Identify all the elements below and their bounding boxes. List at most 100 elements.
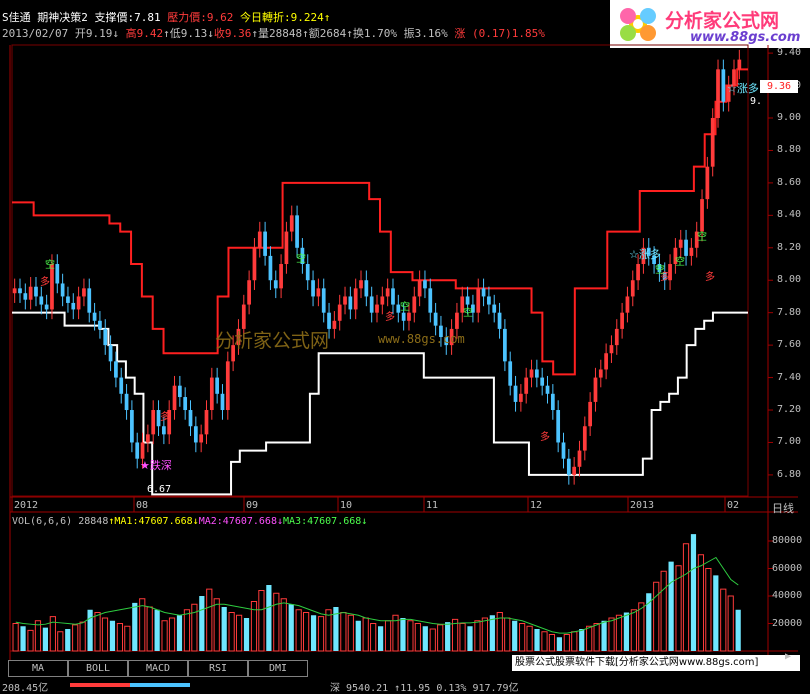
candle-body bbox=[353, 288, 358, 310]
volume-bar bbox=[109, 620, 116, 651]
volume-bar bbox=[660, 570, 667, 652]
time-label: 02 bbox=[727, 500, 740, 511]
buy-mark: 空 bbox=[45, 258, 55, 271]
volume-bar bbox=[690, 534, 697, 651]
candle-body bbox=[135, 442, 140, 459]
volume-bar bbox=[571, 631, 578, 652]
candle-body bbox=[44, 304, 49, 310]
volume-bar bbox=[474, 620, 481, 652]
volume-bar bbox=[720, 588, 727, 652]
tab-ma[interactable]: MA bbox=[8, 660, 68, 677]
candle-body bbox=[380, 296, 385, 305]
candle-body bbox=[385, 288, 390, 297]
volume-bar bbox=[713, 575, 719, 651]
download-banner[interactable]: 股票公式股票软件下载[分析家公式网www.88gs.com] bbox=[512, 655, 800, 671]
volume-bar bbox=[638, 602, 645, 652]
candle-body bbox=[305, 264, 310, 281]
sell-mark: 多 bbox=[540, 430, 550, 443]
price-tick-label: 6.80 bbox=[777, 468, 802, 480]
scroll-arrow-icon[interactable]: ▶ bbox=[785, 651, 791, 662]
candle-body bbox=[417, 280, 422, 297]
candle-body bbox=[348, 296, 353, 310]
time-label: 2012 bbox=[14, 500, 39, 511]
volume-bar bbox=[429, 628, 436, 652]
status-bar: 208.45亿 深 9540.21 ↑11.95 0.13% 917.79亿 bbox=[0, 678, 810, 694]
volume-bar bbox=[116, 623, 123, 652]
candle-body bbox=[423, 280, 427, 289]
candle-body bbox=[257, 231, 262, 248]
volume-bar bbox=[12, 623, 19, 652]
candle-body bbox=[87, 288, 92, 313]
watermark-url: www.88gs.com bbox=[378, 332, 465, 346]
candle-body bbox=[183, 397, 188, 411]
volume-ma-line bbox=[15, 556, 739, 634]
candle-body bbox=[161, 426, 166, 435]
candle-body bbox=[572, 466, 577, 475]
volume-bar bbox=[512, 620, 518, 651]
candle-body bbox=[391, 288, 395, 305]
candle-body bbox=[108, 345, 113, 362]
candle-body bbox=[289, 215, 294, 232]
candle-body bbox=[18, 288, 22, 294]
candle-body bbox=[508, 361, 513, 386]
sell-mark: 多 bbox=[40, 275, 50, 288]
volume-bar bbox=[228, 612, 235, 652]
candle-body bbox=[82, 288, 86, 297]
volume-bar bbox=[87, 609, 93, 651]
candle-body bbox=[412, 296, 417, 313]
watermark-title: 分析家公式网 bbox=[215, 330, 330, 352]
candle-body bbox=[124, 393, 129, 411]
volume-header: VOL(6,6,6) 28848↑MA1:47607.668↓MA2:47607… bbox=[12, 516, 368, 527]
volume-bar bbox=[65, 629, 71, 651]
price-tick-label: 7.20 bbox=[777, 404, 802, 416]
candle-body bbox=[321, 288, 326, 313]
tab-boll[interactable]: BOLL bbox=[68, 660, 128, 677]
sell-mark: 多 bbox=[705, 270, 715, 283]
volume-bar bbox=[579, 629, 585, 651]
time-label: 2013 bbox=[630, 500, 655, 511]
tab-dmi[interactable]: DMI bbox=[248, 660, 308, 677]
candle-body bbox=[684, 239, 688, 256]
volume-bar bbox=[161, 620, 168, 652]
volume-bar bbox=[42, 627, 49, 651]
rise-label-2: ☆涨多 bbox=[629, 248, 661, 261]
volume-bar bbox=[57, 631, 64, 652]
candle-body bbox=[588, 401, 593, 427]
candle-body bbox=[700, 199, 704, 232]
volume-bar bbox=[668, 561, 674, 651]
volume-bar bbox=[235, 614, 243, 652]
candle-body bbox=[609, 345, 614, 354]
candle-body bbox=[721, 69, 726, 102]
time-label: 12 bbox=[530, 500, 543, 511]
volume-bar bbox=[586, 625, 593, 652]
volume-bar bbox=[280, 598, 287, 652]
volume-bar bbox=[556, 637, 562, 651]
candle-body bbox=[172, 385, 177, 411]
volume-bar bbox=[206, 588, 213, 652]
price-chart[interactable]: 多多多多多 多空空空空空空空 bbox=[0, 0, 810, 693]
buy-mark: 空 bbox=[296, 252, 306, 265]
volume-bar bbox=[310, 615, 317, 651]
candle-body bbox=[625, 296, 630, 313]
volume-bar bbox=[266, 585, 272, 651]
buy-mark: 空 bbox=[400, 300, 410, 313]
volume-bar bbox=[72, 624, 79, 652]
price-tick-label: 7.00 bbox=[777, 436, 802, 448]
period-label[interactable]: 日线 bbox=[772, 500, 794, 516]
sell-mark: 多 bbox=[385, 310, 395, 323]
candle-body bbox=[375, 304, 379, 313]
volume-bar bbox=[445, 622, 451, 651]
candle-body bbox=[710, 118, 715, 167]
candle-body bbox=[188, 410, 193, 427]
candle-body bbox=[407, 312, 411, 321]
candle-body bbox=[540, 377, 545, 386]
price-tick-label: 8.00 bbox=[777, 274, 802, 286]
price-tick-label: 7.40 bbox=[777, 371, 802, 383]
tab-macd[interactable]: MACD bbox=[128, 660, 188, 677]
tab-rsi[interactable]: RSI bbox=[188, 660, 248, 677]
volume-tick-label: 60000 bbox=[772, 562, 803, 574]
price-tick-label: 7.60 bbox=[777, 339, 802, 351]
candle-body bbox=[492, 304, 497, 313]
volume-bar bbox=[288, 604, 294, 651]
volume-tick-label: 80000 bbox=[772, 535, 803, 546]
